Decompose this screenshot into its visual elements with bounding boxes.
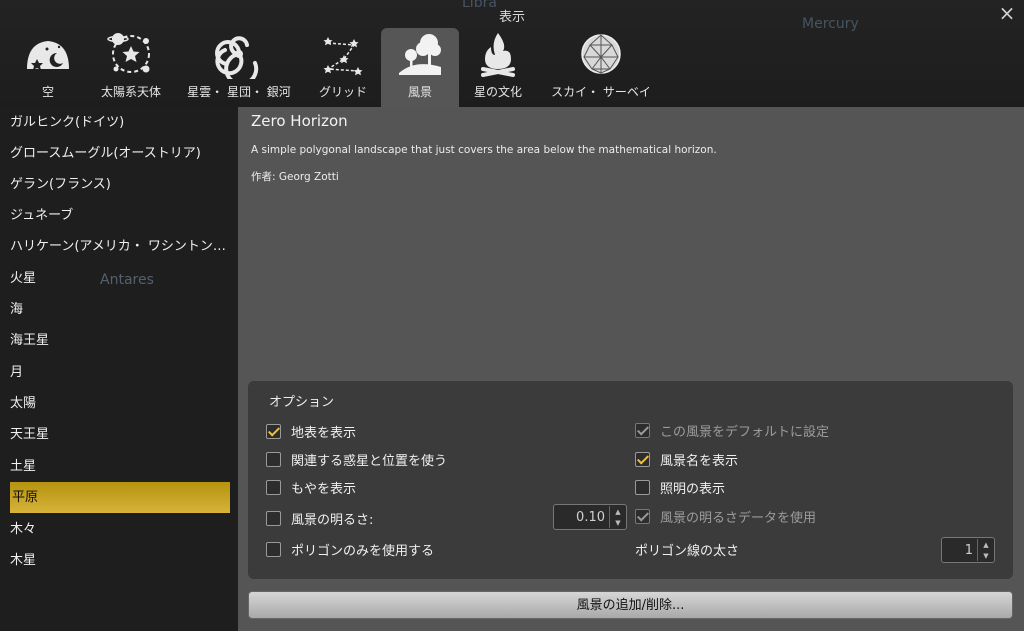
polygon-line-width-value[interactable]: 1 <box>942 543 977 558</box>
show-illumination-checkbox[interactable] <box>635 479 650 495</box>
add-remove-landscapes-button[interactable]: 風景の追加/削除... <box>248 591 1013 619</box>
landscape-item-garching[interactable]: ガルヒンク(ドイツ) <box>10 107 228 138</box>
landscape-details-panel: Zero Horizon A simple polygonal landscap… <box>238 107 1024 631</box>
landscape-item-uranus[interactable]: 天王星 <box>10 419 228 450</box>
landscape-author: 作者: Georg Zotti <box>251 171 339 183</box>
stepper-down-icon[interactable]: ▼ <box>978 550 994 561</box>
landscape-item-grossmugl[interactable]: グロースムーグル(オーストリア) <box>10 138 228 169</box>
use-planet-position-option[interactable]: 関連する惑星と位置を使う <box>266 449 447 469</box>
landscape-icon <box>399 34 441 75</box>
starlore-icon <box>481 33 515 77</box>
use-brightness-data-option[interactable]: 風景の明るさデータを使用 <box>635 506 816 526</box>
galaxy-icon <box>215 36 259 79</box>
landscape-item-sun[interactable]: 太陽 <box>10 388 228 419</box>
tab-grid[interactable]: グリッド <box>308 28 378 107</box>
set-default-checkbox[interactable] <box>635 422 650 438</box>
tab-dso[interactable]: 星雲・ 星団・ 銀河 <box>184 28 294 107</box>
landscape-brightness-spinbox[interactable]: 0.10 ▲ ▼ <box>553 504 627 530</box>
landscape-item-geneva[interactable]: ジュネーブ <box>10 200 228 231</box>
stepper-up-icon[interactable]: ▲ <box>978 539 994 550</box>
tab-dso-label: 星雲・ 星団・ 銀河 <box>187 85 291 99</box>
landscape-brightness-option[interactable]: 風景の明るさ: <box>266 508 373 528</box>
show-name-label: 風景名を表示 <box>660 453 739 469</box>
tab-solar-system[interactable]: 太陽系天体 <box>94 28 168 107</box>
window-title: 表示 <box>498 10 525 25</box>
grid-icon <box>323 37 363 76</box>
landscape-item-trees[interactable]: 木々 <box>10 514 228 545</box>
tab-starlore[interactable]: 星の文化 <box>466 28 530 107</box>
header-bar: Libra Mercury 表示 × 空 太陽系天体 星雲・ 星団・ 銀河 グリ… <box>0 0 1024 107</box>
landscape-brightness-stepper[interactable]: ▲ ▼ <box>609 506 626 528</box>
sky-icon <box>27 41 69 70</box>
show-ground-label: 地表を表示 <box>291 425 357 441</box>
show-fog-checkbox[interactable] <box>266 479 281 495</box>
tab-grid-label: グリッド <box>318 85 367 99</box>
landscape-description: A simple polygonal landscape that just c… <box>251 144 717 156</box>
landscape-item-neptune[interactable]: 海王星 <box>10 325 228 356</box>
set-default-option[interactable]: この風景をデフォルトに設定 <box>635 420 829 440</box>
options-group: オプション 地表を表示 関連する惑星と位置を使う もやを表示 風景の明るさ: 0… <box>248 381 1013 579</box>
landscape-item-moon[interactable]: 月 <box>10 357 228 388</box>
options-title: オプション <box>269 395 335 410</box>
show-name-option[interactable]: 風景名を表示 <box>635 449 738 469</box>
show-ground-option[interactable]: 地表を表示 <box>266 421 356 441</box>
landscape-list[interactable]: ガルヒンク(ドイツ) グロースムーグル(オーストリア) ゲラン(フランス) ジュ… <box>0 107 238 631</box>
show-illumination-option[interactable]: 照明の表示 <box>635 477 725 497</box>
polygon-only-option[interactable]: ポリゴンのみを使用する <box>266 539 434 559</box>
landscape-title: Zero Horizon <box>251 112 348 130</box>
solar-system-icon <box>107 33 150 73</box>
sky-survey-icon <box>581 34 621 74</box>
polygon-only-checkbox[interactable] <box>266 541 281 557</box>
polygon-line-width-spinbox[interactable]: 1 ▲ ▼ <box>941 537 995 563</box>
tab-landscape-label: 風景 <box>407 85 432 99</box>
use-planet-position-checkbox[interactable] <box>266 451 281 467</box>
polygon-line-width-stepper[interactable]: ▲ ▼ <box>977 539 994 561</box>
landscape-brightness-checkbox[interactable] <box>266 510 281 526</box>
tab-starlore-label: 星の文化 <box>473 85 522 99</box>
landscape-item-ocean[interactable]: 海 <box>10 294 228 325</box>
use-planet-position-label: 関連する惑星と位置を使う <box>291 453 448 469</box>
polygon-line-width-label: ポリゴン線の太さ <box>635 543 740 559</box>
set-default-label: この風景をデフォルトに設定 <box>660 424 830 440</box>
tab-sky[interactable]: 空 <box>12 28 84 107</box>
landscape-item-guereins[interactable]: ゲラン(フランス) <box>10 169 228 200</box>
show-fog-label: もやを表示 <box>291 481 357 497</box>
show-illumination-label: 照明の表示 <box>660 481 726 497</box>
stepper-down-icon[interactable]: ▼ <box>610 517 626 528</box>
landscape-item-zero-selected[interactable]: 平原 <box>10 482 230 513</box>
tab-sky-survey-label: スカイ・ サーベイ <box>551 85 651 99</box>
landscape-brightness-label: 風景の明るさ: <box>291 512 374 528</box>
polygon-line-width-row: ポリゴン線の太さ <box>635 539 739 559</box>
tab-sky-label: 空 <box>41 85 54 99</box>
landscape-item-jupiter[interactable]: 木星 <box>10 545 228 576</box>
use-brightness-data-checkbox[interactable] <box>635 508 650 524</box>
show-name-checkbox[interactable] <box>635 451 650 467</box>
tab-landscape[interactable]: 風景 <box>381 28 459 107</box>
close-icon[interactable]: × <box>996 2 1018 24</box>
stepper-up-icon[interactable]: ▲ <box>610 506 626 517</box>
show-fog-option[interactable]: もやを表示 <box>266 477 356 497</box>
tab-sky-survey[interactable]: スカイ・ サーベイ <box>544 28 658 107</box>
polygon-only-label: ポリゴンのみを使用する <box>291 543 435 559</box>
use-brightness-data-label: 風景の明るさデータを使用 <box>660 510 817 526</box>
landscape-brightness-value[interactable]: 0.10 <box>554 510 609 525</box>
show-ground-checkbox[interactable] <box>266 423 281 439</box>
tab-solar-system-label: 太陽系天体 <box>100 85 161 99</box>
sky-label-antares: Antares <box>100 272 154 288</box>
landscape-item-hurricane[interactable]: ハリケーン(アメリカ・ ワシントン… <box>10 231 228 262</box>
landscape-item-saturn[interactable]: 土星 <box>10 451 228 482</box>
